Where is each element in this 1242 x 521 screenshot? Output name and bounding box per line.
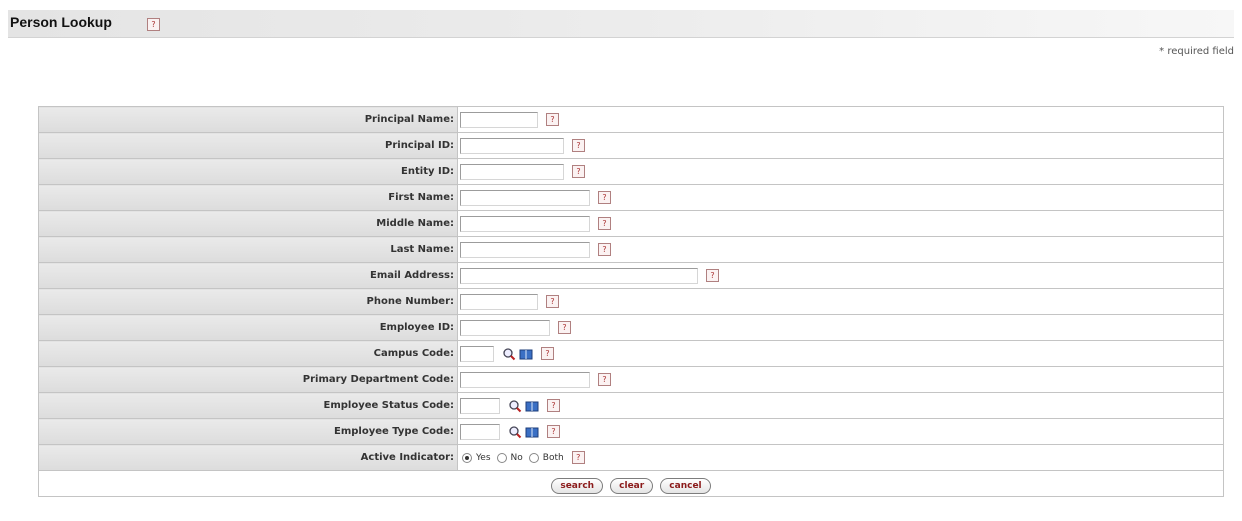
employee-type-code-input[interactable] (460, 423, 500, 440)
first-name-label: First Name: (38, 184, 458, 211)
row-employee-status-code: Employee Status Code: ? (38, 392, 1224, 419)
employee-id-input[interactable] (460, 319, 550, 336)
row-employee-type-code: Employee Type Code: ? (38, 418, 1224, 445)
row-employee-id: Employee ID: ? (38, 314, 1224, 341)
employee-id-label: Employee ID: (38, 314, 458, 341)
help-icon[interactable]: ? (547, 399, 560, 412)
email-address-input[interactable] (460, 267, 698, 284)
row-last-name: Last Name: ? (38, 236, 1224, 263)
lookup-criteria-table: Principal Name: ? Principal ID: ? Entity… (38, 106, 1224, 497)
first-name-input[interactable] (460, 189, 590, 206)
employee-type-code-label: Employee Type Code: (38, 418, 458, 445)
active-both-label: Both (542, 452, 564, 463)
help-icon[interactable]: ? (598, 243, 611, 256)
help-icon[interactable]: ? (546, 295, 559, 308)
campus-code-input[interactable] (460, 345, 494, 362)
row-actions: search clear cancel (38, 470, 1224, 497)
row-entity-id: Entity ID: ? (38, 158, 1224, 185)
entity-id-label: Entity ID: (38, 158, 458, 185)
employee-status-code-label: Employee Status Code: (38, 392, 458, 419)
primary-department-code-input[interactable] (460, 371, 590, 388)
primary-department-code-label: Primary Department Code: (38, 366, 458, 393)
row-first-name: First Name: ? (38, 184, 1224, 211)
row-primary-department-code: Primary Department Code: ? (38, 366, 1224, 393)
phone-number-input[interactable] (460, 293, 538, 310)
help-icon[interactable]: ? (546, 113, 559, 126)
active-no-label: No (510, 452, 523, 463)
active-yes-label: Yes (476, 452, 491, 463)
active-both-radio[interactable] (528, 452, 539, 463)
cancel-button[interactable]: cancel (660, 478, 711, 494)
phone-number-label: Phone Number: (38, 288, 458, 315)
help-icon[interactable]: ? (147, 18, 160, 31)
row-principal-id: Principal ID: ? (38, 132, 1224, 159)
help-icon[interactable]: ? (598, 373, 611, 386)
search-button[interactable]: search (551, 478, 604, 494)
active-indicator-label: Active Indicator: (38, 444, 458, 471)
entity-id-input[interactable] (460, 163, 564, 180)
direct-inquiry-book-icon[interactable] (519, 347, 533, 361)
active-no-radio[interactable] (496, 452, 507, 463)
required-field-note: * required field (1159, 46, 1234, 57)
row-email-address: Email Address: ? (38, 262, 1224, 289)
direct-inquiry-book-icon[interactable] (525, 399, 539, 413)
principal-name-input[interactable] (460, 111, 538, 128)
help-icon[interactable]: ? (572, 165, 585, 178)
help-icon[interactable]: ? (547, 425, 560, 438)
active-yes-radio[interactable] (462, 452, 472, 463)
last-name-label: Last Name: (38, 236, 458, 263)
row-active-indicator: Active Indicator: Yes No Both ? (38, 444, 1224, 471)
principal-id-label: Principal ID: (38, 132, 458, 159)
page-title: Person Lookup (10, 14, 112, 30)
help-icon[interactable]: ? (558, 321, 571, 334)
email-address-label: Email Address: (38, 262, 458, 289)
row-campus-code: Campus Code: ? (38, 340, 1224, 367)
employee-status-code-input[interactable] (460, 397, 500, 414)
last-name-input[interactable] (460, 241, 590, 258)
direct-inquiry-book-icon[interactable] (525, 425, 539, 439)
search-lookup-icon[interactable] (502, 347, 516, 361)
help-icon[interactable]: ? (706, 269, 719, 282)
search-lookup-icon[interactable] (508, 425, 522, 439)
help-icon[interactable]: ? (598, 191, 611, 204)
page-header: Person Lookup ? (8, 10, 1234, 38)
help-icon[interactable]: ? (571, 451, 585, 464)
campus-code-label: Campus Code: (38, 340, 458, 367)
action-buttons: search clear cancel (38, 470, 1224, 497)
row-middle-name: Middle Name: ? (38, 210, 1224, 237)
principal-id-input[interactable] (460, 137, 564, 154)
principal-name-label: Principal Name: (38, 106, 458, 133)
help-icon[interactable]: ? (598, 217, 611, 230)
clear-button[interactable]: clear (610, 478, 654, 494)
help-icon[interactable]: ? (541, 347, 554, 360)
row-phone-number: Phone Number: ? (38, 288, 1224, 315)
search-lookup-icon[interactable] (508, 399, 522, 413)
active-indicator-radio-group: Yes No Both (460, 452, 564, 463)
row-principal-name: Principal Name: ? (38, 106, 1224, 133)
middle-name-input[interactable] (460, 215, 590, 232)
middle-name-label: Middle Name: (38, 210, 458, 237)
help-icon[interactable]: ? (572, 139, 585, 152)
